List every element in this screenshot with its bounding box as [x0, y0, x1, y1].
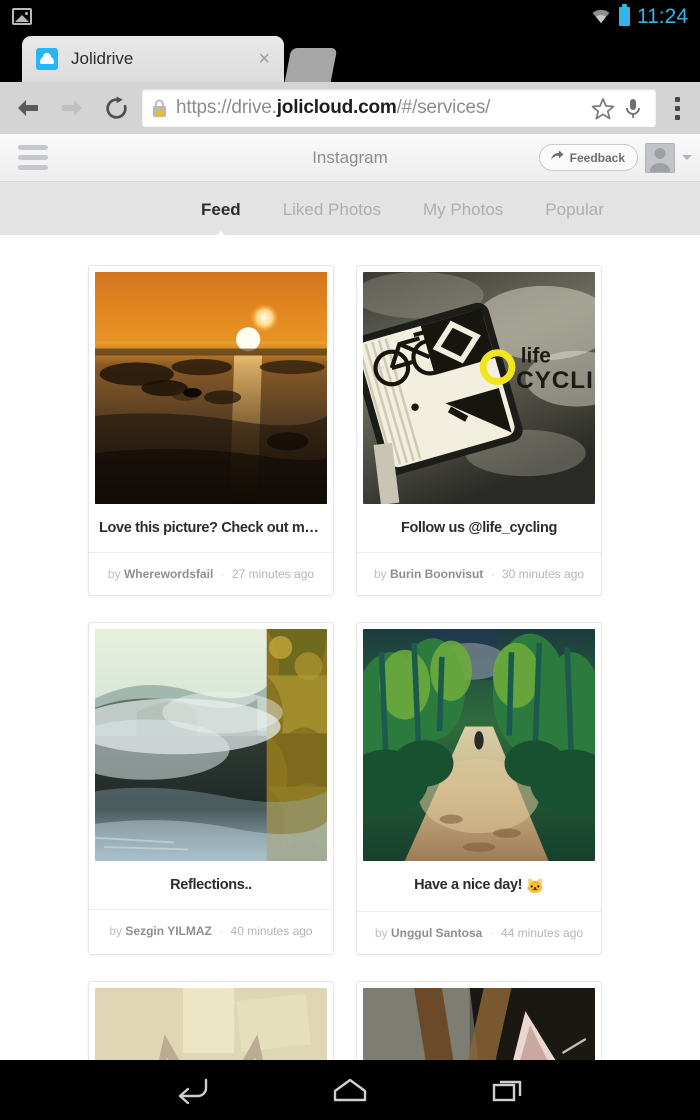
header-actions: Feedback [539, 143, 692, 173]
star-icon[interactable] [588, 97, 618, 120]
photo-card[interactable]: Love this picture? Check out my galle… b… [88, 265, 334, 596]
photo-title-text: Have a nice day! [414, 877, 522, 893]
photo-thumbnail[interactable] [95, 988, 327, 1060]
url-bar[interactable]: https://drive.jolicloud.com/#/services/ [142, 89, 656, 127]
meta-separator: · [486, 926, 498, 940]
status-system-icons: 11:24 [590, 6, 688, 27]
cat-emoji-icon: 🐱 [526, 878, 544, 895]
avatar[interactable] [645, 143, 675, 173]
photo-title: Follow us @life_cycling [357, 504, 601, 553]
photo-title: Reflections.. [89, 861, 333, 910]
feedback-label: Feedback [570, 151, 625, 165]
photo-grid: Love this picture? Check out my galle… b… [0, 235, 700, 1060]
android-back-icon[interactable] [169, 1070, 215, 1110]
photo-thumbnail[interactable]: life CYCLING [363, 272, 595, 504]
url-domain: jolicloud.com [277, 97, 397, 118]
photo-thumbnail[interactable] [363, 988, 595, 1060]
photo-card[interactable]: life CYCLING Follow us @life_cycling by … [356, 265, 602, 596]
close-icon[interactable]: × [254, 49, 274, 69]
meta-separator: · [217, 567, 229, 581]
wifi-icon [590, 8, 612, 24]
photo-meta: by Unggul Santosa · 44 minutes ago [357, 912, 601, 954]
microphone-icon[interactable] [618, 97, 648, 120]
android-recents-icon[interactable] [485, 1070, 531, 1110]
image-notification-icon [12, 8, 32, 25]
meta-separator: · [215, 924, 227, 938]
svg-text:life: life [521, 344, 551, 367]
android-status-bar: 11:24 [0, 0, 700, 32]
photo-meta: by Wherewordsfail · 27 minutes ago [89, 553, 333, 595]
status-clock: 11:24 [637, 6, 688, 27]
tab-feed-label: Feed [201, 200, 241, 219]
feedback-button[interactable]: Feedback [539, 144, 638, 171]
status-notifications [12, 8, 32, 25]
tab-liked-photos[interactable]: Liked Photos [262, 200, 402, 220]
new-tab-button[interactable] [285, 48, 338, 82]
browser-tab-strip: Jolidrive × [0, 32, 700, 82]
url-prefix: https://drive. [176, 97, 277, 118]
photo-thumbnail[interactable] [363, 629, 595, 861]
photo-meta: by Sezgin YILMAZ · 40 minutes ago [89, 910, 333, 952]
browser-tab-jolidrive[interactable]: Jolidrive × [22, 36, 284, 82]
section-tabs: Feed Liked Photos My Photos Popular [0, 182, 700, 237]
photo-card[interactable] [356, 981, 602, 1060]
tab-my-photos[interactable]: My Photos [402, 200, 524, 220]
photo-author[interactable]: Burin Boonvisut [390, 567, 483, 581]
photo-thumbnail[interactable] [95, 272, 327, 504]
photo-meta: by Burin Boonvisut · 30 minutes ago [357, 553, 601, 595]
reload-icon[interactable] [94, 86, 138, 130]
url-text: https://drive.jolicloud.com/#/services/ [176, 97, 588, 119]
battery-icon [619, 7, 630, 26]
back-arrow-icon[interactable] [6, 86, 50, 130]
by-label: by [374, 567, 387, 581]
photo-author[interactable]: Sezgin YILMAZ [125, 924, 211, 938]
by-label: by [375, 926, 388, 940]
photo-thumbnail[interactable] [95, 629, 327, 861]
forward-arrow-icon [50, 86, 94, 130]
photo-timestamp: 30 minutes ago [502, 567, 584, 581]
photo-feed[interactable]: Love this picture? Check out my galle… b… [0, 235, 700, 1060]
photo-title: Love this picture? Check out my galle… [89, 504, 333, 553]
device-screen: 11:24 Jolidrive × [0, 0, 700, 1120]
meta-separator: · [487, 567, 499, 581]
browser-toolbar: https://drive.jolicloud.com/#/services/ [0, 82, 700, 134]
url-suffix: /#/services/ [397, 97, 491, 118]
photo-author[interactable]: Wherewordsfail [124, 567, 213, 581]
warning-lock-icon[interactable] [151, 99, 168, 118]
android-home-icon[interactable] [327, 1070, 373, 1110]
photo-title: Have a nice day!🐱 [357, 861, 601, 912]
tab-popular[interactable]: Popular [524, 200, 625, 220]
chevron-down-icon[interactable] [682, 155, 692, 160]
app-header: Instagram Feedback [0, 134, 700, 182]
jolicloud-cloud-icon [36, 48, 58, 70]
photo-timestamp: 27 minutes ago [232, 567, 314, 581]
hamburger-menu-icon[interactable] [8, 135, 54, 181]
overflow-menu-icon[interactable] [660, 86, 694, 130]
by-label: by [108, 567, 121, 581]
photo-timestamp: 40 minutes ago [231, 924, 313, 938]
photo-card[interactable]: Reflections.. by Sezgin YILMAZ · 40 minu… [88, 622, 334, 955]
browser-tab-title: Jolidrive [71, 49, 254, 69]
photo-timestamp: 44 minutes ago [501, 926, 583, 940]
photo-card[interactable] [88, 981, 334, 1060]
android-nav-bar [0, 1060, 700, 1120]
photo-author[interactable]: Unggul Santosa [391, 926, 482, 940]
tab-feed[interactable]: Feed [180, 200, 262, 220]
svg-text:CYCLING: CYCLING [516, 367, 595, 394]
share-arrow-icon [550, 150, 564, 165]
by-label: by [109, 924, 122, 938]
photo-card[interactable]: Have a nice day!🐱 by Unggul Santosa · 44… [356, 622, 602, 955]
